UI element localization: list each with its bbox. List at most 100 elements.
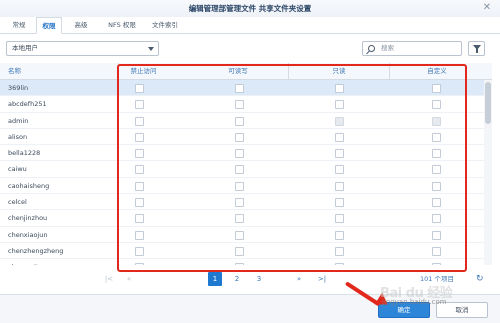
- custom-checkbox[interactable]: [432, 149, 441, 159]
- no-access-checkbox[interactable]: [135, 165, 144, 175]
- read-write-checkbox[interactable]: [235, 149, 244, 159]
- user-name: bella1228: [8, 149, 41, 158]
- close-icon[interactable]: ✕: [482, 3, 492, 13]
- watermark-url: jingyan.baidu.com: [382, 298, 447, 306]
- prev-page-icon[interactable]: «: [122, 272, 136, 286]
- no-access-checkbox[interactable]: [135, 181, 144, 191]
- custom-checkbox[interactable]: [432, 84, 441, 93]
- read-write-checkbox[interactable]: [235, 230, 244, 240]
- table-row[interactable]: chenjinzhou: [0, 210, 492, 227]
- table-row[interactable]: caiwu: [0, 161, 492, 178]
- window-title: 编辑管理部管理文件 共享文件夹设置: [188, 4, 312, 13]
- user-type-value: 本地用户: [12, 44, 38, 52]
- read-only-checkbox[interactable]: [335, 263, 344, 265]
- read-only-checkbox[interactable]: [335, 149, 344, 159]
- user-name: 369lin: [8, 84, 29, 92]
- user-name: abcdefh251: [8, 100, 47, 109]
- no-access-checkbox[interactable]: [135, 214, 144, 224]
- next-page-icon[interactable]: »: [292, 272, 306, 286]
- custom-checkbox[interactable]: [432, 230, 441, 240]
- column-read-write[interactable]: 可读写: [188, 63, 288, 80]
- read-write-checkbox[interactable]: [235, 198, 244, 208]
- table-row[interactable]: alison: [0, 129, 492, 146]
- first-page-icon[interactable]: |<: [103, 272, 115, 286]
- page-3[interactable]: 3: [252, 272, 266, 286]
- permissions-table: 名称 禁止访问 可读写 只读 自定义 369lin abcdefh251 admin…: [0, 63, 492, 265]
- no-access-checkbox[interactable]: [135, 263, 144, 265]
- read-write-checkbox[interactable]: [235, 246, 244, 256]
- user-name: caohaisheng: [8, 181, 50, 190]
- user-name: clausewit: [8, 259, 39, 265]
- last-page-icon[interactable]: >|: [316, 272, 328, 286]
- read-write-checkbox[interactable]: [235, 181, 244, 191]
- table-row[interactable]: 369lin: [0, 80, 492, 97]
- column-read-only[interactable]: 只读: [289, 63, 389, 80]
- read-only-checkbox[interactable]: [335, 132, 344, 142]
- read-only-checkbox[interactable]: [335, 198, 344, 208]
- column-no-access[interactable]: 禁止访问: [119, 63, 168, 80]
- custom-checkbox[interactable]: [432, 198, 441, 208]
- custom-checkbox[interactable]: [432, 181, 441, 191]
- tab-nfs-permissions[interactable]: NFS 权限: [102, 17, 142, 34]
- filter-button[interactable]: [468, 41, 485, 56]
- read-only-checkbox[interactable]: [335, 230, 344, 240]
- read-only-checkbox[interactable]: [335, 181, 344, 191]
- read-write-checkbox[interactable]: [235, 116, 244, 126]
- read-write-checkbox[interactable]: [235, 263, 244, 265]
- tab-permissions[interactable]: 权限: [36, 17, 62, 34]
- read-only-checkbox[interactable]: [335, 116, 344, 126]
- read-write-checkbox[interactable]: [235, 165, 244, 175]
- tab-file-index[interactable]: 文件索引: [148, 17, 182, 34]
- page-2[interactable]: 2: [230, 272, 244, 286]
- custom-checkbox[interactable]: [432, 263, 441, 265]
- read-write-checkbox[interactable]: [235, 214, 244, 224]
- read-write-checkbox[interactable]: [235, 84, 244, 93]
- custom-checkbox[interactable]: [432, 165, 441, 175]
- user-name: admin: [8, 116, 29, 125]
- search-input[interactable]: 搜索: [362, 41, 462, 56]
- table-row[interactable]: bella1228: [0, 145, 492, 162]
- read-only-checkbox[interactable]: [335, 165, 344, 175]
- refresh-icon[interactable]: ↻: [476, 272, 484, 286]
- user-name: caiwu: [8, 165, 27, 174]
- table-row[interactable]: admin: [0, 113, 492, 129]
- no-access-checkbox[interactable]: [135, 198, 144, 208]
- no-access-checkbox[interactable]: [135, 100, 144, 110]
- custom-checkbox[interactable]: [432, 132, 441, 142]
- table-row[interactable]: clausewit: [0, 259, 492, 265]
- no-access-checkbox[interactable]: [135, 84, 144, 93]
- read-only-checkbox[interactable]: [335, 246, 344, 256]
- table-header: 名称 禁止访问 可读写 只读 自定义: [0, 63, 492, 80]
- tab-bar: 常规 权限 高级 NFS 权限 文件索引: [0, 17, 500, 34]
- tab-advanced[interactable]: 高级: [68, 17, 94, 34]
- read-only-checkbox[interactable]: [335, 100, 344, 110]
- no-access-checkbox[interactable]: [135, 230, 144, 240]
- table-row[interactable]: caohaisheng: [0, 178, 492, 195]
- column-name[interactable]: 名称: [0, 63, 118, 80]
- page-1[interactable]: 1: [208, 272, 222, 286]
- user-type-select[interactable]: 本地用户: [6, 41, 159, 56]
- no-access-checkbox[interactable]: [135, 246, 144, 256]
- no-access-checkbox[interactable]: [135, 149, 144, 159]
- read-only-checkbox[interactable]: [335, 214, 344, 224]
- table-body: 369lin abcdefh251 admin alison bella1228 caiw…: [0, 80, 492, 265]
- custom-checkbox[interactable]: [432, 246, 441, 256]
- table-row[interactable]: chenxiaojun: [0, 227, 492, 243]
- vertical-scrollbar[interactable]: [484, 80, 492, 265]
- table-row[interactable]: celcel: [0, 194, 492, 211]
- no-access-checkbox[interactable]: [135, 132, 144, 142]
- window-titlebar: 编辑管理部管理文件 共享文件夹设置 ✕: [0, 0, 500, 17]
- custom-checkbox[interactable]: [432, 116, 441, 126]
- scrollbar-thumb[interactable]: [485, 82, 491, 124]
- table-row[interactable]: chenzhengzheng: [0, 243, 492, 260]
- custom-checkbox[interactable]: [432, 214, 441, 224]
- user-name: chenzhengzheng: [8, 246, 64, 255]
- column-custom[interactable]: 自定义: [390, 63, 484, 80]
- read-write-checkbox[interactable]: [235, 132, 244, 142]
- no-access-checkbox[interactable]: [135, 116, 144, 126]
- read-only-checkbox[interactable]: [335, 84, 344, 93]
- tab-general[interactable]: 常规: [6, 17, 32, 34]
- table-row[interactable]: abcdefh251: [0, 96, 492, 113]
- custom-checkbox[interactable]: [432, 100, 441, 110]
- read-write-checkbox[interactable]: [235, 100, 244, 110]
